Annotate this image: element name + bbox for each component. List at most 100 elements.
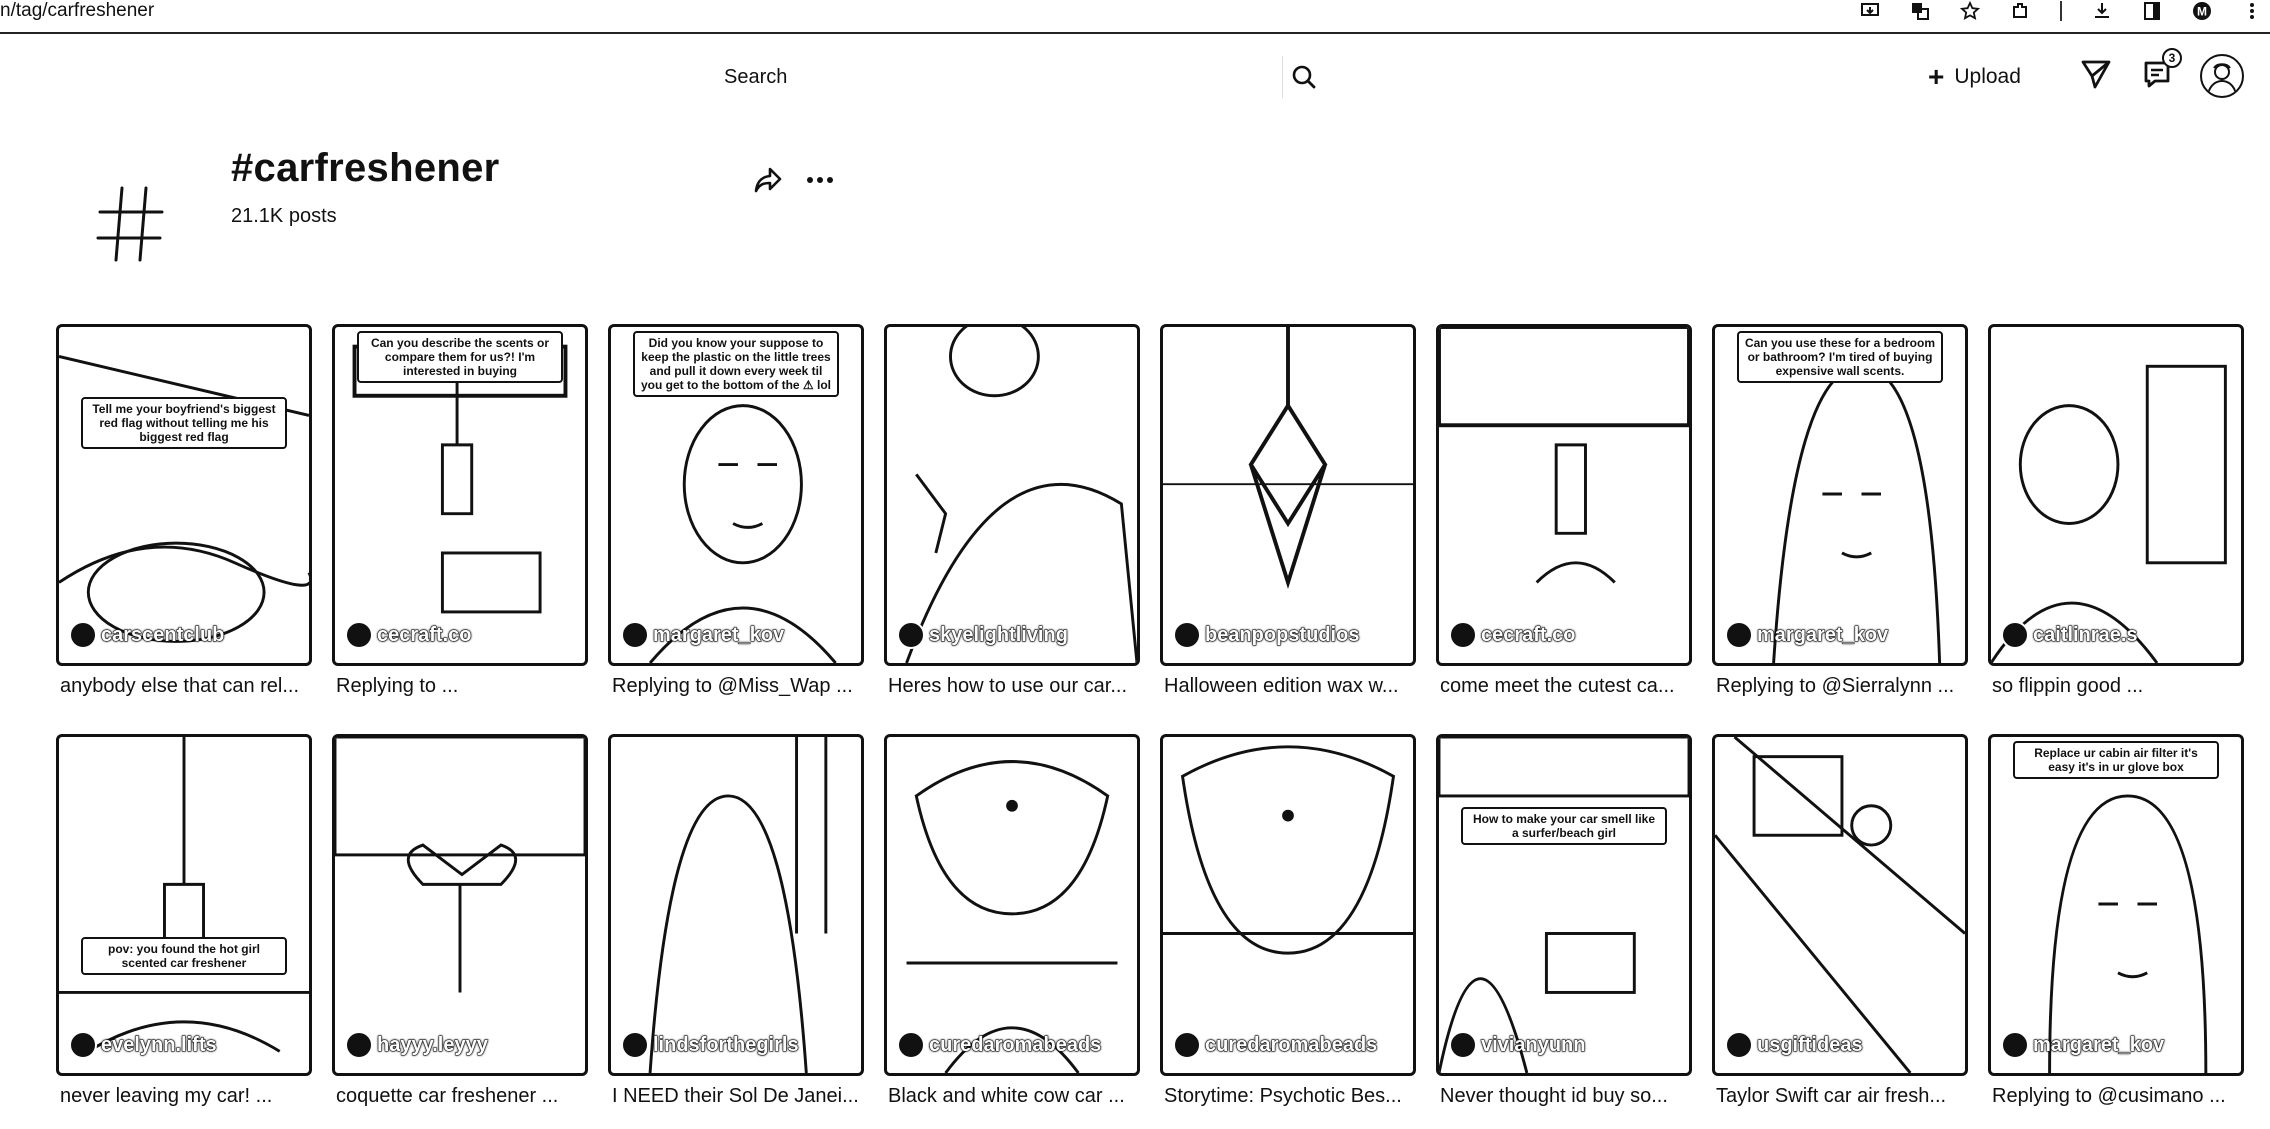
- messages-button[interactable]: [2076, 54, 2116, 94]
- video-thumbnail[interactable]: Can you describe the scents or compare t…: [332, 324, 588, 666]
- video-thumbnail[interactable]: caitlinrae.s: [1988, 324, 2244, 666]
- inbox-button[interactable]: 3: [2138, 48, 2182, 94]
- creator-name: cecraft.co: [1481, 623, 1576, 646]
- video-card[interactable]: curedaromabeads Storytime: Psychotic Bes.…: [1160, 734, 1416, 1108]
- share-icon: [754, 167, 782, 193]
- creator-avatar: [1725, 1031, 1753, 1059]
- video-card[interactable]: lindsforthegirls I NEED their Sol De Jane…: [608, 734, 864, 1108]
- video-card[interactable]: skyelightliving Heres how to use our car.…: [884, 324, 1140, 698]
- creator-tag[interactable]: vivianyunn: [1449, 1031, 1586, 1059]
- video-card[interactable]: pov: you found the hot girl scented car …: [56, 734, 312, 1108]
- creator-tag[interactable]: beanpopstudios: [1173, 621, 1360, 649]
- creator-tag[interactable]: hayyy.leyyy: [345, 1031, 488, 1059]
- search-box: [704, 52, 1324, 102]
- search-button[interactable]: [1282, 56, 1324, 98]
- creator-tag[interactable]: margaret_kov: [621, 621, 785, 649]
- video-thumbnail[interactable]: Replace ur cabin air filter it's easy it…: [1988, 734, 2244, 1076]
- creator-tag[interactable]: carscentclub: [69, 621, 225, 649]
- creator-tag[interactable]: lindsforthegirls: [621, 1031, 799, 1059]
- download-icon[interactable]: [2092, 1, 2112, 21]
- thumbnail-image: [648, 737, 828, 1073]
- creator-avatar: [69, 621, 97, 649]
- video-description[interactable]: Taylor Swift car air fresh...: [1712, 1084, 1968, 1108]
- video-card[interactable]: cecraft.co come meet the cutest ca...: [1436, 324, 1692, 698]
- search-input[interactable]: [704, 65, 1244, 89]
- video-thumbnail[interactable]: curedaromabeads: [1160, 734, 1416, 1076]
- video-thumbnail[interactable]: Did you know your suppose to keep the pl…: [608, 324, 864, 666]
- video-description[interactable]: never leaving my car! ...: [56, 1084, 312, 1108]
- video-description[interactable]: Replying to @cusimano ...: [1988, 1084, 2244, 1108]
- creator-tag[interactable]: cecraft.co: [345, 621, 472, 649]
- star-icon[interactable]: [1960, 1, 1980, 21]
- profile-icon[interactable]: M: [2192, 1, 2212, 21]
- video-description[interactable]: I NEED their Sol De Janei...: [608, 1084, 864, 1108]
- video-caption-overlay: Did you know your suppose to keep the pl…: [633, 331, 839, 397]
- translate-icon[interactable]: [1910, 1, 1930, 21]
- creator-tag[interactable]: skyelightliving: [897, 621, 1068, 649]
- video-card[interactable]: Can you describe the scents or compare t…: [332, 324, 588, 698]
- video-thumbnail[interactable]: curedaromabeads: [884, 734, 1140, 1076]
- creator-avatar: [1449, 621, 1477, 649]
- video-thumbnail[interactable]: skyelightliving: [884, 324, 1140, 666]
- thumbnail-image: [335, 737, 585, 993]
- video-thumbnail[interactable]: pov: you found the hot girl scented car …: [56, 734, 312, 1076]
- creator-name: curedaromabeads: [1204, 1033, 1378, 1056]
- video-thumbnail[interactable]: How to make your car smell like a surfer…: [1436, 734, 1692, 1076]
- video-card[interactable]: caitlinrae.s so flippin good ...: [1988, 324, 2244, 698]
- creator-name: cecraft.co: [377, 623, 472, 646]
- video-description[interactable]: Halloween edition wax w...: [1160, 674, 1416, 698]
- video-description[interactable]: Replying to @Miss_Wap ...: [608, 674, 864, 698]
- thumbnail-image: [2048, 794, 2208, 1073]
- upload-label: Upload: [1954, 65, 2021, 88]
- video-thumbnail[interactable]: hayyy.leyyy: [332, 734, 588, 1076]
- more-options-button[interactable]: [802, 162, 838, 198]
- creator-tag[interactable]: margaret_kov: [1725, 621, 1889, 649]
- video-description[interactable]: Never thought id buy so...: [1436, 1084, 1692, 1108]
- video-description[interactable]: coquette car freshener ...: [332, 1084, 588, 1108]
- video-description[interactable]: Replying to @Sierralynn ...: [1712, 674, 1968, 698]
- video-card[interactable]: curedaromabeads Black and white cow car .…: [884, 734, 1140, 1108]
- browser-address-bar[interactable]: n/tag/carfreshener M: [0, 0, 2270, 34]
- video-description[interactable]: Black and white cow car ...: [884, 1084, 1140, 1108]
- video-caption-overlay: pov: you found the hot girl scented car …: [81, 937, 287, 975]
- video-card[interactable]: Can you use these for a bedroom or bathr…: [1712, 324, 1968, 698]
- video-thumbnail[interactable]: beanpopstudios: [1160, 324, 1416, 666]
- video-thumbnail[interactable]: lindsforthegirls: [608, 734, 864, 1076]
- user-avatar[interactable]: [2200, 54, 2244, 98]
- creator-tag[interactable]: curedaromabeads: [1173, 1031, 1378, 1059]
- extensions-icon[interactable]: [2010, 1, 2030, 21]
- share-button[interactable]: [750, 162, 786, 198]
- upload-button[interactable]: + Upload: [1922, 56, 2027, 98]
- video-description[interactable]: so flippin good ...: [1988, 674, 2244, 698]
- video-thumbnail[interactable]: Can you use these for a bedroom or bathr…: [1712, 324, 1968, 666]
- creator-tag[interactable]: caitlinrae.s: [2001, 621, 2138, 649]
- video-thumbnail[interactable]: usgiftideas: [1712, 734, 1968, 1076]
- creator-name: usgiftideas: [1757, 1033, 1864, 1056]
- inbox-badge: 3: [2162, 48, 2182, 68]
- video-card[interactable]: Tell me your boyfriend's biggest red fla…: [56, 324, 312, 698]
- video-thumbnail[interactable]: cecraft.co: [1436, 324, 1692, 666]
- creator-avatar: [345, 621, 373, 649]
- creator-tag[interactable]: margaret_kov: [2001, 1031, 2165, 1059]
- creator-tag[interactable]: evelynn.lifts: [69, 1031, 217, 1059]
- video-card[interactable]: Did you know your suppose to keep the pl…: [608, 324, 864, 698]
- creator-tag[interactable]: curedaromabeads: [897, 1031, 1102, 1059]
- video-card[interactable]: beanpopstudios Halloween edition wax w...: [1160, 324, 1416, 698]
- video-description[interactable]: Storytime: Psychotic Bes...: [1160, 1084, 1416, 1108]
- video-card[interactable]: hayyy.leyyy coquette car freshener ...: [332, 734, 588, 1108]
- address-url[interactable]: n/tag/carfreshener: [0, 0, 154, 22]
- creator-tag[interactable]: cecraft.co: [1449, 621, 1576, 649]
- video-description[interactable]: anybody else that can rel...: [56, 674, 312, 698]
- video-card[interactable]: usgiftideas Taylor Swift car air fresh...: [1712, 734, 1968, 1108]
- video-thumbnail[interactable]: Tell me your boyfriend's biggest red fla…: [56, 324, 312, 666]
- sidepanel-icon[interactable]: [2142, 1, 2162, 21]
- creator-name: skyelightliving: [929, 623, 1069, 646]
- kebab-icon[interactable]: [2242, 1, 2262, 21]
- video-card[interactable]: How to make your car smell like a surfer…: [1436, 734, 1692, 1108]
- video-card[interactable]: Replace ur cabin air filter it's easy it…: [1988, 734, 2244, 1108]
- install-icon[interactable]: [1860, 1, 1880, 21]
- video-description[interactable]: come meet the cutest ca...: [1436, 674, 1692, 698]
- video-description[interactable]: Heres how to use our car...: [884, 674, 1140, 698]
- creator-tag[interactable]: usgiftideas: [1725, 1031, 1863, 1059]
- video-description[interactable]: Replying to ...: [332, 674, 588, 698]
